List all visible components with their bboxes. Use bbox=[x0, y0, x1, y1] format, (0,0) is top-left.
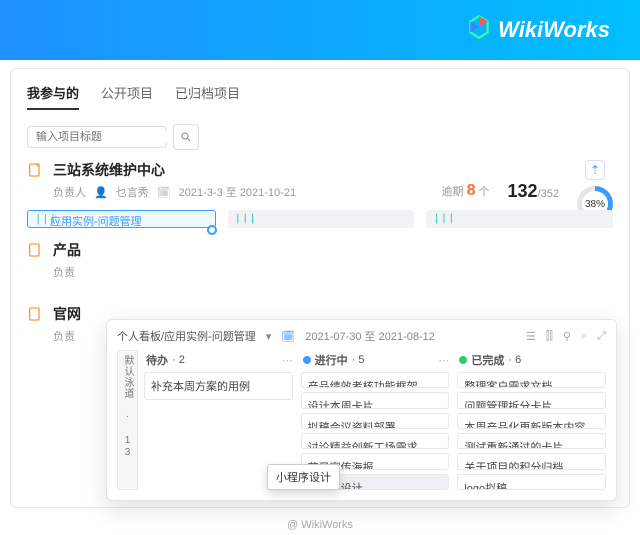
lane-row: ❘❘❘ 应用实例-问题管理 ❘❘❘ ❘❘❘ bbox=[27, 210, 613, 228]
col-head-todo: 待办 · 2 ⋯ bbox=[144, 350, 293, 372]
lane-bars-icon: ❘❘❘ bbox=[234, 213, 256, 224]
project-icon bbox=[27, 242, 43, 280]
owner-name: 乜言秀 bbox=[116, 184, 149, 200]
project-tabs: 我参与的 公开项目 已归档项目 bbox=[27, 83, 613, 110]
lane-bars-icon: ❘❘❘ bbox=[432, 213, 454, 224]
owner-label: 负责 bbox=[53, 264, 75, 280]
progress-ratio: 132/352 bbox=[508, 181, 559, 202]
board-body: 默认泳道 · 13 待办 · 2 ⋯ 补充本周方案的用例 进行中 bbox=[117, 350, 606, 490]
project-title: 产品 bbox=[53, 240, 613, 260]
overdue: 逾期 8 个 bbox=[442, 182, 490, 200]
brand-logo-icon bbox=[466, 14, 492, 46]
brand: WikiWorks bbox=[466, 14, 610, 46]
tab-archived[interactable]: 已归档项目 bbox=[175, 83, 240, 110]
top-banner: WikiWorks bbox=[0, 0, 640, 60]
tab-mine[interactable]: 我参与的 bbox=[27, 83, 79, 110]
footer: @ WikiWorks bbox=[0, 519, 640, 531]
brand-text: WikiWorks bbox=[498, 17, 610, 43]
card[interactable]: 问题管理拆分卡片 bbox=[457, 392, 606, 408]
dragging-card[interactable]: 小程序设计 bbox=[267, 464, 340, 490]
search-box[interactable] bbox=[27, 126, 167, 148]
lane-1[interactable]: ❘❘❘ 应用实例-问题管理 bbox=[27, 210, 216, 228]
calendar-icon: 🗓 bbox=[157, 186, 171, 199]
project-2[interactable]: 产品 负责 bbox=[27, 240, 613, 280]
owner-label: 负责 bbox=[53, 328, 75, 344]
project-1[interactable]: 三站系统维护中心 负责人 👤 乜言秀 🗓 2021-3-3 至 2021-10-… bbox=[27, 160, 613, 200]
project-icon bbox=[27, 162, 43, 183]
card[interactable]: 设计本周卡片 bbox=[301, 392, 450, 408]
board-date-range: 2021-07-30 至 2021-08-12 bbox=[305, 328, 435, 344]
calendar-icon[interactable]: 🗓 bbox=[281, 330, 295, 343]
search-input[interactable] bbox=[36, 131, 178, 143]
done-cards: 整理客户需求文档 问题管理拆分卡片 本周产品化更新版本内容 测试重新通过的卡片 … bbox=[457, 372, 606, 490]
card[interactable]: 测试重新通过的卡片 bbox=[457, 433, 606, 449]
col-menu-icon[interactable]: ⋯ bbox=[282, 354, 293, 367]
board-header: 个人看板/应用实例-问题管理 ▾ 🗓 2021-07-30 至 2021-08-… bbox=[117, 328, 606, 344]
col-head-done: 已完成 · 6 bbox=[457, 350, 606, 372]
col-head-doing: 进行中 · 5 ⋯ bbox=[301, 350, 450, 372]
list-icon[interactable]: ☰ bbox=[526, 330, 536, 343]
card[interactable]: 产品绩效考核功能框架 bbox=[301, 372, 450, 388]
col-menu-icon[interactable]: ⋯ bbox=[438, 354, 449, 367]
card[interactable]: 讨论精益创新工场需求 bbox=[301, 433, 450, 449]
board-tools: ☰ ⫿⫿ ⚲ ⌕ ⤢ bbox=[526, 330, 606, 343]
chart-icon[interactable]: ⫿⫿ bbox=[546, 330, 553, 343]
status-dot-icon bbox=[303, 356, 311, 364]
date-range: 2021-3-3 至 2021-10-21 bbox=[179, 184, 296, 200]
filter-icon[interactable]: ⚲ bbox=[563, 330, 571, 343]
lane-3[interactable]: ❘❘❘ bbox=[426, 210, 613, 228]
lane-label: 应用实例-问题管理 bbox=[50, 213, 142, 229]
board-columns: 待办 · 2 ⋯ 补充本周方案的用例 进行中 · 5 ⋯ bbox=[144, 350, 606, 490]
card[interactable]: 关于项目的积分归档 bbox=[457, 453, 606, 469]
project-icon bbox=[27, 306, 43, 344]
search-icon[interactable]: ⌕ bbox=[581, 330, 587, 343]
swimlane-label[interactable]: 默认泳道 · 13 bbox=[117, 350, 138, 490]
main-panel: 我参与的 公开项目 已归档项目 三站系统维护中心 负责人 👤 乜言秀 🗓 202… bbox=[10, 68, 630, 508]
search-button[interactable] bbox=[173, 124, 199, 150]
card[interactable]: 补充本周方案的用例 bbox=[144, 372, 293, 400]
chevron-down-icon[interactable]: ▾ bbox=[266, 330, 272, 343]
search-icon bbox=[180, 131, 192, 143]
breadcrumb[interactable]: 个人看板/应用实例-问题管理 bbox=[117, 328, 256, 344]
lane-handle-icon[interactable] bbox=[207, 225, 217, 235]
lane-2[interactable]: ❘❘❘ bbox=[228, 210, 415, 228]
upload-button[interactable]: ⇡ bbox=[585, 160, 605, 180]
expand-icon[interactable]: ⤢ bbox=[597, 330, 606, 343]
search-row bbox=[27, 124, 613, 150]
card[interactable]: 本周产品化更新版本内容 bbox=[457, 413, 606, 429]
card[interactable]: 拟稿会议资料部署 bbox=[301, 413, 450, 429]
owner-label: 负责人 bbox=[53, 184, 86, 200]
col-done: 已完成 · 6 整理客户需求文档 问题管理拆分卡片 本周产品化更新版本内容 测试… bbox=[457, 350, 606, 490]
avatar-icon: 👤 bbox=[94, 186, 108, 199]
kanban-board: 个人看板/应用实例-问题管理 ▾ 🗓 2021-07-30 至 2021-08-… bbox=[106, 319, 617, 501]
tab-public[interactable]: 公开项目 bbox=[101, 83, 153, 110]
card[interactable]: 整理客户需求文档 bbox=[457, 372, 606, 388]
status-dot-icon bbox=[459, 356, 467, 364]
card[interactable]: logo拟稿 bbox=[457, 474, 606, 490]
